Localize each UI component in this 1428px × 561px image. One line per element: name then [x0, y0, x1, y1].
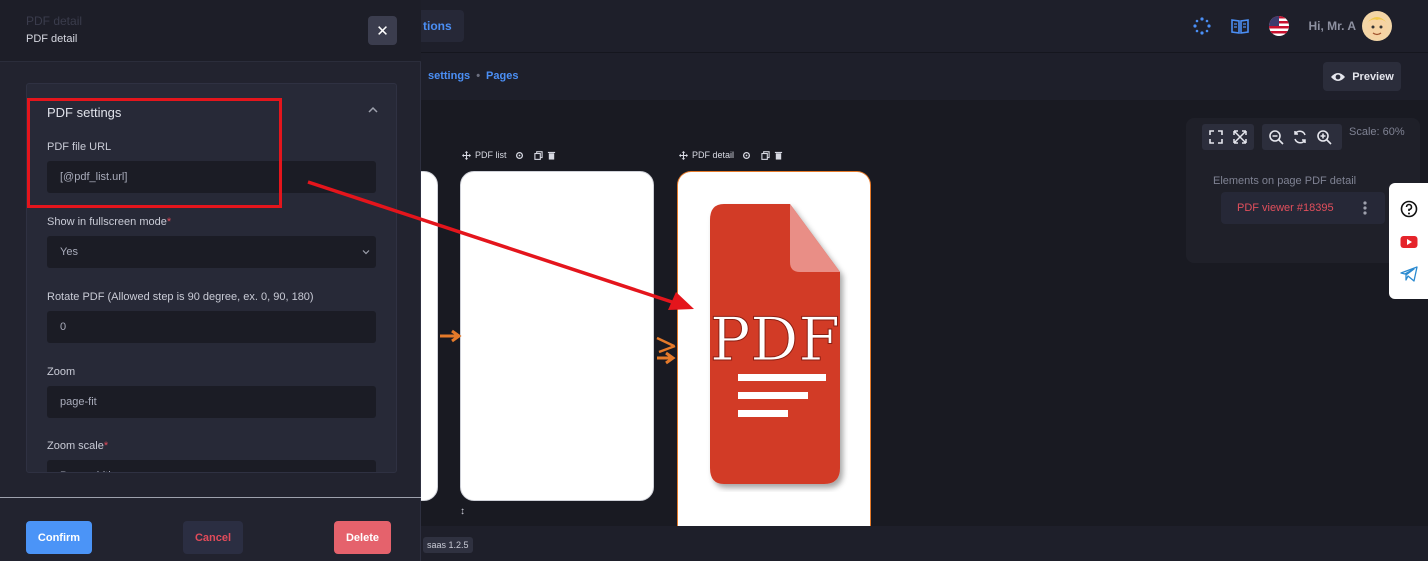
move-icon[interactable]: [679, 150, 688, 160]
zoom-input[interactable]: page-fit: [47, 386, 376, 418]
telegram-icon[interactable]: [1399, 266, 1418, 282]
us-flag-icon[interactable]: [1268, 15, 1290, 37]
side-dock: [1389, 183, 1428, 299]
modal-title: PDF detail: [26, 33, 78, 45]
pdf-detail-modal: PDF detail PDF detail ✕ PDF settings PDF…: [0, 0, 421, 561]
fullscreen-icon[interactable]: [1208, 129, 1224, 145]
annotation-highlight-box: [27, 98, 282, 208]
required-mark: *: [103, 440, 109, 452]
elements-label: Elements on page PDF detail: [1213, 175, 1357, 187]
scale-label: Scale: 60%: [1349, 126, 1405, 138]
page-card-pdf-list[interactable]: [460, 171, 654, 501]
pdf-document-icon: PDF: [709, 204, 841, 484]
user-menu[interactable]: Hi, Mr. A: [1308, 11, 1392, 41]
page-name-pdf-list: PDF list: [475, 150, 507, 160]
modal-header: PDF detail PDF detail ✕: [0, 0, 421, 62]
gear-icon[interactable]: [515, 151, 524, 160]
modal-ghost-title: PDF detail: [26, 14, 83, 28]
page-label-pdf-list[interactable]: PDF list: [462, 150, 556, 160]
delete-button[interactable]: Delete: [334, 521, 391, 554]
chevron-down-icon: [362, 250, 370, 255]
view-buttons: [1202, 124, 1254, 150]
loader-icon[interactable]: [1192, 16, 1212, 36]
breadcrumb-pages[interactable]: Pages: [486, 70, 518, 82]
breadcrumb: settings • Pages: [428, 70, 518, 82]
copy-icon[interactable]: [761, 150, 770, 160]
preview-button[interactable]: Preview: [1323, 62, 1401, 91]
help-icon[interactable]: [1400, 200, 1418, 218]
zoom-label: Zoom: [47, 366, 76, 378]
fullscreen-value: Yes: [60, 246, 78, 258]
zoom-scale-label: Zoom scale*: [47, 440, 108, 452]
expand-icon[interactable]: [1232, 129, 1248, 145]
preview-label: Preview: [1352, 70, 1394, 83]
required-mark: *: [166, 216, 172, 228]
zoom-buttons: [1262, 124, 1342, 150]
page-label-pdf-detail[interactable]: PDF detail: [679, 150, 783, 160]
zoom-scale-label-text: Zoom scale: [47, 440, 104, 452]
close-button[interactable]: ✕: [368, 16, 397, 45]
youtube-icon[interactable]: [1400, 235, 1418, 249]
zoom-panel: Scale: 60% Elements on page PDF detail P…: [1186, 118, 1420, 263]
breadcrumb-separator: •: [476, 70, 481, 82]
trash-icon[interactable]: [547, 151, 556, 160]
greeting-text: Hi, Mr. A: [1308, 19, 1356, 33]
fullscreen-label: Show in fullscreen mode*: [47, 216, 171, 228]
version-badge: saas 1.2.5: [423, 537, 473, 553]
copy-icon[interactable]: [533, 150, 543, 160]
avatar: [1362, 11, 1392, 41]
fullscreen-select[interactable]: Yes: [47, 236, 376, 268]
chevron-up-icon[interactable]: [367, 104, 379, 116]
resize-handle-icon[interactable]: ↕: [460, 506, 465, 517]
zoom-scale-select[interactable]: Page width: [47, 460, 376, 472]
close-icon: ✕: [376, 22, 389, 40]
cancel-button[interactable]: Cancel: [183, 521, 243, 554]
modal-divider: [0, 497, 421, 498]
pdf-glyph-text: PDF: [710, 305, 840, 375]
gear-icon[interactable]: [742, 151, 751, 160]
kebab-menu-icon[interactable]: [1357, 200, 1373, 216]
fullscreen-label-text: Show in fullscreen mode: [47, 216, 167, 228]
move-icon[interactable]: [462, 150, 471, 160]
top-icons: Hi, Mr. A: [1192, 10, 1392, 42]
trash-icon[interactable]: [774, 151, 783, 160]
rotate-input[interactable]: 0: [47, 311, 376, 343]
book-icon[interactable]: [1230, 16, 1250, 36]
page-card-pdf-detail[interactable]: PDF: [677, 171, 871, 526]
reset-icon[interactable]: [1292, 129, 1308, 145]
page-name-pdf-detail: PDF detail: [692, 150, 735, 160]
rotate-label: Rotate PDF (Allowed step is 90 degree, e…: [47, 291, 314, 303]
breadcrumb-settings[interactable]: settings: [428, 70, 470, 82]
zoom-out-icon[interactable]: [1268, 129, 1284, 145]
confirm-button[interactable]: Confirm: [26, 521, 92, 554]
zoom-in-icon[interactable]: [1316, 129, 1332, 145]
eye-icon: [1331, 72, 1346, 81]
